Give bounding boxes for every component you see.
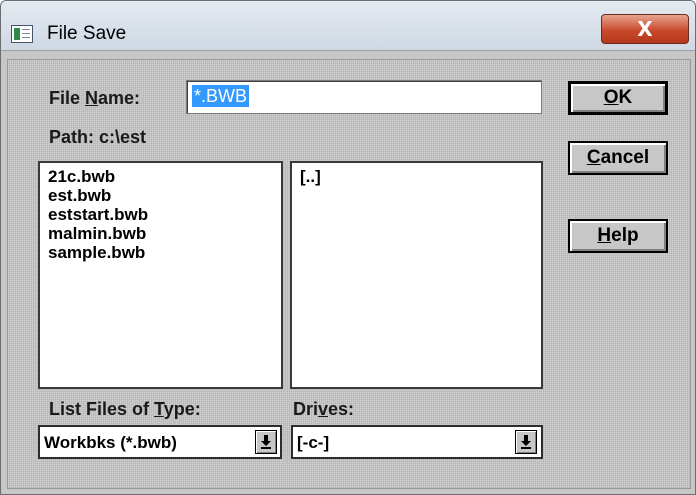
file-list-item[interactable]: malmin.bwb — [48, 224, 273, 243]
drives-value: [-c-] — [297, 433, 330, 452]
cancel-button[interactable]: Cancel — [568, 141, 668, 175]
file-name-selected-text: *.BWB — [192, 85, 250, 107]
window-title: File Save — [47, 23, 127, 44]
file-save-dialog: File Save X File Name: *.BWB Path: c:\es… — [0, 0, 696, 495]
path-value: c:\est — [99, 127, 147, 147]
file-list-item[interactable]: sample.bwb — [48, 243, 273, 262]
app-icon — [11, 25, 33, 43]
dropdown-arrow-icon[interactable] — [255, 430, 277, 454]
file-list[interactable]: 21c.bwb est.bwb eststart.bwb malmin.bwb … — [38, 161, 283, 389]
file-type-select[interactable]: Workbks (*.bwb) — [38, 425, 282, 459]
help-button[interactable]: Help — [568, 219, 668, 253]
file-name-label: File Name: — [49, 88, 141, 108]
close-button[interactable]: X — [601, 14, 689, 44]
drives-label: Drives: — [293, 399, 355, 419]
file-list-item[interactable]: est.bwb — [48, 186, 273, 205]
directory-list[interactable]: [..] — [290, 161, 543, 389]
title-bar[interactable]: File Save X — [1, 1, 695, 51]
file-name-input[interactable]: *.BWB — [186, 80, 542, 114]
list-files-type-label: List Files of Type: — [49, 399, 201, 419]
drives-select[interactable]: [-c-] — [291, 425, 543, 459]
path-display: Path: c:\est — [49, 127, 146, 148]
ok-button[interactable]: OK — [568, 81, 668, 115]
file-type-value: Workbks (*.bwb) — [44, 433, 177, 452]
path-label: Path: — [49, 127, 94, 147]
dropdown-arrow-icon[interactable] — [515, 430, 537, 454]
close-icon: X — [637, 17, 653, 41]
file-list-item[interactable]: eststart.bwb — [48, 205, 273, 224]
file-list-item[interactable]: 21c.bwb — [48, 167, 273, 186]
directory-list-item[interactable]: [..] — [300, 167, 533, 186]
